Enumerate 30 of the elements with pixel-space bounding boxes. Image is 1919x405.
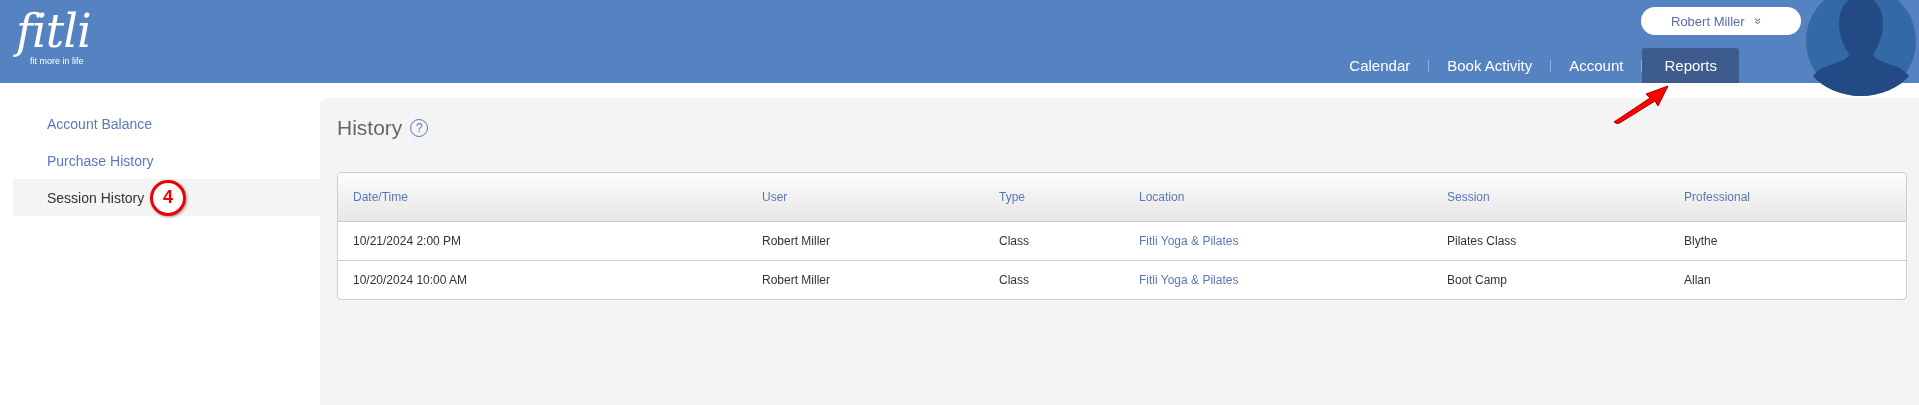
column-header[interactable]: Location [1124,190,1432,204]
location-link[interactable]: Fitli Yoga & Pilates [1124,273,1432,287]
avatar-icon [1806,0,1916,96]
table-cell-text: 10/20/2024 10:00 AM [352,273,469,287]
column-header[interactable]: Session [1432,190,1669,204]
table-cell-text: Robert Miller [761,273,831,287]
table-cell-text: Class [998,273,1030,287]
nav-tab[interactable]: Calendar [1331,48,1429,83]
table-cell-text: Robert Miller [761,234,831,248]
nav-tab[interactable]: Reports [1642,48,1739,83]
table-cell-text: Allan [1683,273,1712,287]
user-menu[interactable]: Robert Miller » [1641,7,1801,35]
column-header[interactable]: User [747,190,984,204]
nav-tab[interactable]: Book Activity [1429,48,1551,83]
table-cell-text: Blythe [1683,234,1719,248]
column-header[interactable]: Type [984,190,1124,204]
table-cell-text: Boot Camp [1446,273,1509,287]
sidebar-item[interactable]: Purchase History [13,142,320,179]
column-header[interactable]: Date/Time [338,190,747,204]
nav-tab[interactable]: Account [1551,48,1642,83]
chevron-icon: » [1751,17,1766,25]
page-title: History [337,116,403,140]
arrow-icon [1612,84,1672,124]
column-header[interactable]: Professional [1669,190,1906,204]
table-cell-text: Pilates Class [1446,234,1518,248]
sidebar-item[interactable]: Account Balance [13,105,320,142]
logo-tagline: fit more in life [30,56,84,66]
table-cell-text: Class [998,234,1030,248]
table-cell-text: 10/21/2024 2:00 PM [352,234,463,248]
location-link[interactable]: Fitli Yoga & Pilates [1124,234,1432,248]
